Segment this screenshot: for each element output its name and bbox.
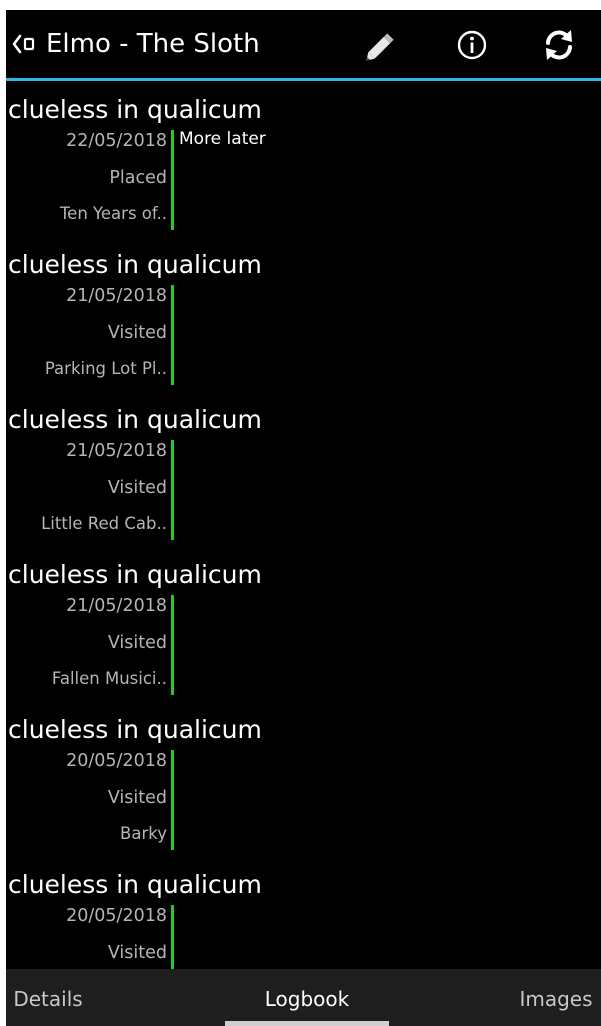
- log-type: Visited: [107, 788, 167, 808]
- log-type-bar: [171, 750, 174, 850]
- tab-images[interactable]: Images: [511, 969, 601, 1026]
- log-date: 22/05/2018: [66, 131, 167, 151]
- log-owner: clueless in qualicum: [8, 715, 262, 744]
- log-owner: clueless in qualicum: [8, 870, 262, 899]
- info-button[interactable]: [446, 22, 498, 68]
- log-owner: clueless in qualicum: [8, 250, 262, 279]
- tab-bar: Details Logbook Images: [6, 969, 601, 1026]
- log-date: 21/05/2018: [66, 596, 167, 616]
- tab-details[interactable]: Details: [6, 969, 90, 1026]
- log-cache-name: Barky: [120, 824, 167, 843]
- logbook-list[interactable]: clueless in qualicum 22/05/2018 Placed T…: [6, 81, 601, 969]
- pencil-icon: [366, 33, 394, 61]
- back-caret-icon[interactable]: [10, 30, 40, 58]
- log-entry[interactable]: clueless in qualicum 21/05/2018 Visited …: [6, 391, 601, 546]
- tab-logbook[interactable]: Logbook: [225, 969, 389, 1026]
- log-cache-name: Little Red Cab..: [41, 514, 167, 533]
- log-date: 20/05/2018: [66, 906, 167, 926]
- log-owner: clueless in qualicum: [8, 560, 262, 589]
- log-entry[interactable]: clueless in qualicum 21/05/2018 Visited …: [6, 546, 601, 701]
- log-owner: clueless in qualicum: [8, 405, 262, 434]
- page-title: Elmo - The Sloth: [46, 29, 260, 59]
- log-type: Visited: [107, 478, 167, 498]
- log-date: 21/05/2018: [66, 441, 167, 461]
- log-entry[interactable]: clueless in qualicum 20/05/2018 Visited …: [6, 701, 601, 856]
- log-type-bar: [171, 905, 174, 969]
- log-type-bar: [171, 285, 174, 385]
- log-type: Visited: [107, 633, 167, 653]
- log-type-bar: [171, 595, 174, 695]
- log-date: 21/05/2018: [66, 286, 167, 306]
- app-screen: Elmo - The Sloth clueless in qualicum 22…: [6, 10, 601, 1026]
- log-type-bar: [171, 130, 174, 230]
- log-type-bar: [171, 440, 174, 540]
- tab-selected-indicator: [225, 1021, 389, 1026]
- log-cache-name: Ten Years of..: [59, 204, 167, 223]
- info-icon: [457, 30, 487, 60]
- action-bar: Elmo - The Sloth: [6, 10, 601, 78]
- log-entry[interactable]: clueless in qualicum 22/05/2018 Placed T…: [6, 81, 601, 236]
- log-type: Placed: [109, 168, 167, 188]
- log-type: Visited: [107, 323, 167, 343]
- log-date: 20/05/2018: [66, 751, 167, 771]
- log-cache-name: Fallen Musici..: [51, 669, 167, 688]
- refresh-button[interactable]: [533, 22, 585, 68]
- log-cache-name: Parking Lot Pl..: [44, 359, 167, 378]
- edit-button[interactable]: [356, 22, 408, 68]
- log-entry[interactable]: clueless in qualicum 21/05/2018 Visited …: [6, 236, 601, 391]
- log-text: More later: [179, 129, 266, 149]
- log-entry[interactable]: clueless in qualicum 20/05/2018 Visited: [6, 856, 601, 969]
- refresh-icon: [546, 30, 572, 60]
- log-type: Visited: [107, 943, 167, 963]
- log-owner: clueless in qualicum: [8, 95, 262, 124]
